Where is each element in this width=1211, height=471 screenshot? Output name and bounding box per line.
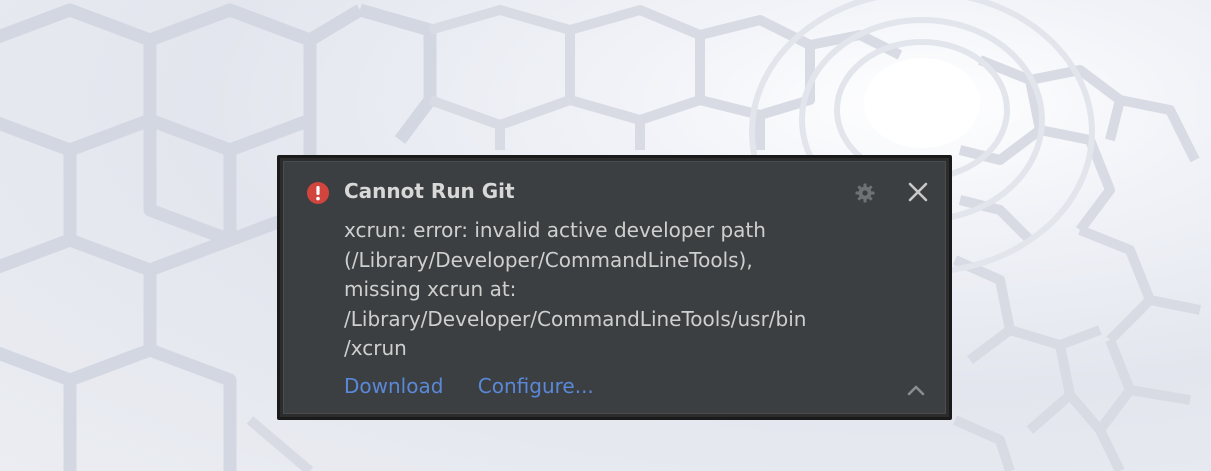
notification-actions: Download Configure... <box>344 374 622 398</box>
download-link[interactable]: Download <box>344 374 443 398</box>
close-icon[interactable] <box>907 181 929 203</box>
gear-icon[interactable] <box>854 182 876 204</box>
error-message: xcrun: error: invalid active developer p… <box>344 216 924 364</box>
error-message-line: xcrun: error: invalid active developer p… <box>344 218 766 242</box>
chevron-up-icon[interactable] <box>904 378 928 402</box>
notification-body: Cannot Run Git xcrun: error: invalid act… <box>283 161 946 414</box>
desktop-background: Cannot Run Git xcrun: error: invalid act… <box>0 0 1211 471</box>
error-message-line: (/Library/Developer/CommandLineTools), <box>344 247 753 272</box>
error-message-line: /xcrun <box>344 336 407 360</box>
error-icon <box>307 182 329 204</box>
configure-link[interactable]: Configure... <box>478 374 594 398</box>
notification-title: Cannot Run Git <box>344 179 515 203</box>
git-error-notification: Cannot Run Git xcrun: error: invalid act… <box>277 155 952 420</box>
error-message-line: missing xcrun at: <box>344 277 517 301</box>
error-message-line: /Library/Developer/CommandLineTools/usr/… <box>344 306 807 331</box>
